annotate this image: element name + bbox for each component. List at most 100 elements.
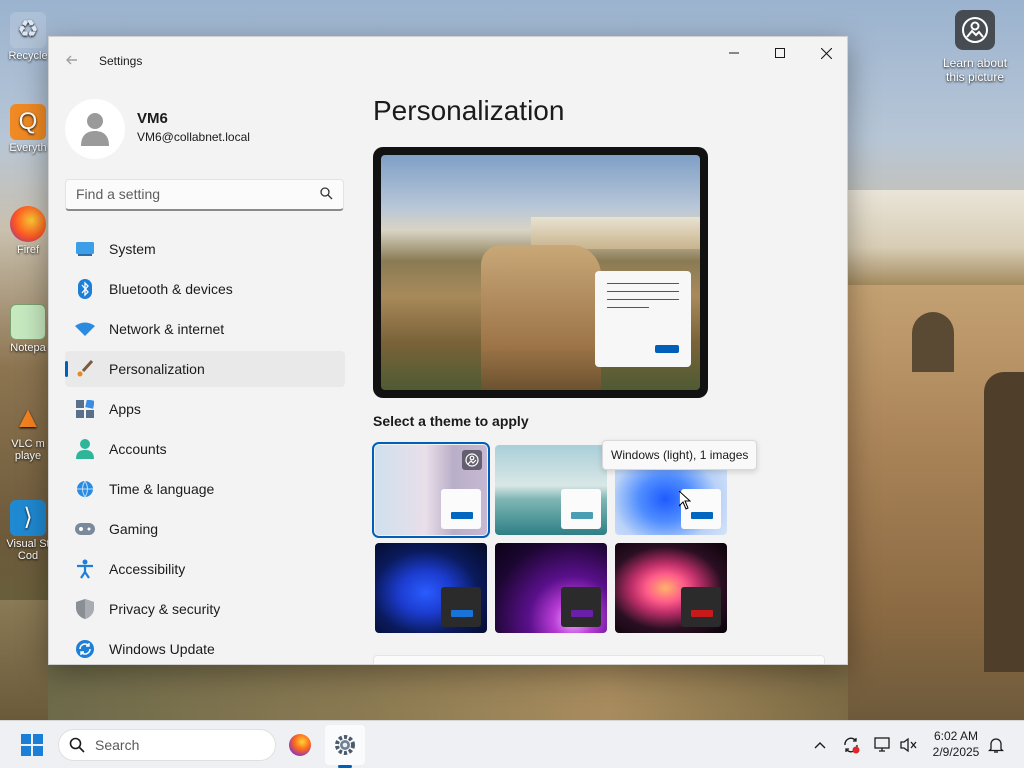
camera-icon <box>955 10 995 50</box>
desktop-icon-label: Firef <box>17 244 39 256</box>
tray-volume[interactable] <box>899 735 919 755</box>
theme-accent-bar <box>571 610 593 617</box>
sidebar-item-label: Privacy & security <box>109 601 221 617</box>
sidebar-item-gaming[interactable]: Gaming <box>65 511 345 547</box>
sidebar-item-accounts[interactable]: Accounts <box>65 431 345 467</box>
shield-icon <box>75 599 95 619</box>
clock-time: 6:02 AM <box>933 729 979 743</box>
wallpaper-town <box>848 190 1024 285</box>
taskbar: Search 6:02 AM 2/9/2025 <box>0 720 1024 768</box>
system-clock[interactable]: 6:02 AM 2/9/2025 <box>926 728 986 760</box>
theme-accent-swatch <box>441 489 481 529</box>
accounts-icon <box>75 439 95 459</box>
desktop-icon-label: Notepa <box>10 342 46 354</box>
desktop-icon-notepad[interactable]: Notepa <box>6 304 50 354</box>
sidebar-item-label: System <box>109 241 156 257</box>
learn-about-picture[interactable]: Learn about this picture <box>940 10 1010 84</box>
sidebar-item-time-language[interactable]: Time & language <box>65 471 345 507</box>
theme-accent-bar <box>691 512 713 519</box>
desktop-icon-everything[interactable]: Q Everyth <box>6 104 50 154</box>
update-icon <box>75 639 95 659</box>
wallpaper-arch <box>984 372 1024 672</box>
tray-network[interactable] <box>873 735 893 755</box>
theme-accent-bar <box>451 512 473 519</box>
settings-card[interactable] <box>373 655 825 664</box>
firefox-icon <box>10 206 46 242</box>
theme-windows-dark[interactable] <box>375 543 487 633</box>
theme-preview <box>373 147 708 398</box>
tray-sync[interactable] <box>841 735 861 755</box>
sidebar-item-label: Accessibility <box>109 561 186 577</box>
page-title: Personalization <box>373 95 565 126</box>
vscode-icon: ⟩ <box>10 500 46 536</box>
sidebar-nav: System Bluetooth & devices Network & int… <box>65 231 345 664</box>
spotlight-icon <box>462 450 482 470</box>
mouse-cursor-icon <box>678 489 692 513</box>
preview-line <box>607 291 679 292</box>
accessibility-icon <box>75 559 95 579</box>
recycle-bin-icon: ♻ <box>10 12 46 48</box>
wallpaper-arch <box>912 312 954 372</box>
user-email: VM6@collabnet.local <box>137 130 250 144</box>
sync-icon <box>844 737 860 754</box>
start-button[interactable] <box>12 725 52 765</box>
show-hidden-icons[interactable] <box>810 735 830 755</box>
network-icon <box>874 737 890 752</box>
notifications-button[interactable] <box>986 735 1006 755</box>
preview-line <box>607 283 679 284</box>
system-icon <box>75 239 95 259</box>
theme-sunrise[interactable] <box>495 543 607 633</box>
volume-muted-icon <box>900 737 917 753</box>
sidebar-item-label: Personalization <box>109 361 205 377</box>
find-setting-search[interactable] <box>65 179 344 211</box>
desktop-icon-vlc[interactable]: ▲ VLC m playe <box>6 400 50 462</box>
preview-line <box>607 307 649 308</box>
desktop-icon-label: Recycle <box>8 50 48 62</box>
taskbar-firefox[interactable] <box>280 725 320 765</box>
desktop-icon-recycle-bin[interactable]: ♻ Recycle <box>6 12 50 62</box>
sidebar-item-label: Bluetooth & devices <box>109 281 233 297</box>
clock-date: 2/9/2025 <box>932 745 980 759</box>
preview-accent-button <box>655 345 679 353</box>
theme-accent-swatch <box>561 489 601 529</box>
window-title: Settings <box>99 54 143 68</box>
sidebar-item-apps[interactable]: Apps <box>65 391 345 427</box>
wifi-icon <box>75 319 95 339</box>
sidebar-item-privacy[interactable]: Privacy & security <box>65 591 345 627</box>
apps-icon <box>75 399 95 419</box>
bluetooth-icon <box>75 279 95 299</box>
desktop-icon-firefox[interactable]: Firef <box>6 206 50 256</box>
taskbar-search-label: Search <box>95 737 140 753</box>
desktop-icon-label: Everyth <box>9 142 47 154</box>
sidebar-item-system[interactable]: System <box>65 231 345 267</box>
chevron-up-icon <box>814 742 826 749</box>
sidebar-item-network[interactable]: Network & internet <box>65 311 345 347</box>
settings-window: Settings VM6 VM6@collabnet.local System <box>48 36 848 665</box>
theme-flow[interactable] <box>615 543 727 633</box>
theme-accent-swatch <box>681 587 721 627</box>
desktop-icon-vscode[interactable]: ⟩ Visual St Cod <box>6 500 50 562</box>
preview-cliff <box>481 245 601 390</box>
desktop-icon-label: Visual St Cod <box>6 538 50 562</box>
find-setting-input[interactable] <box>66 180 306 208</box>
taskbar-settings[interactable] <box>325 725 365 765</box>
gear-icon <box>335 735 355 755</box>
main-content: Personalization Select a theme to apply <box>372 37 847 664</box>
sidebar-item-accessibility[interactable]: Accessibility <box>65 551 345 587</box>
theme-accent-swatch <box>561 587 601 627</box>
theme-glow-lake[interactable] <box>495 445 607 535</box>
sidebar-item-bluetooth[interactable]: Bluetooth & devices <box>65 271 345 307</box>
sidebar-item-windows-update[interactable]: Windows Update <box>65 631 345 664</box>
taskbar-search[interactable]: Search <box>58 729 276 761</box>
sidebar-item-personalization[interactable]: Personalization <box>65 351 345 387</box>
user-profile[interactable]: VM6 VM6@collabnet.local <box>65 99 345 159</box>
globe-icon <box>75 479 95 499</box>
desktop-icon-label: VLC m playe <box>11 438 45 462</box>
wallpaper-cliff <box>0 600 48 720</box>
notepad-icon <box>10 304 46 340</box>
back-button[interactable] <box>61 49 83 71</box>
theme-spotlight[interactable] <box>372 442 490 538</box>
preview-window <box>595 271 691 367</box>
sidebar-item-label: Network & internet <box>109 321 225 337</box>
wallpaper-foreground <box>48 665 848 720</box>
